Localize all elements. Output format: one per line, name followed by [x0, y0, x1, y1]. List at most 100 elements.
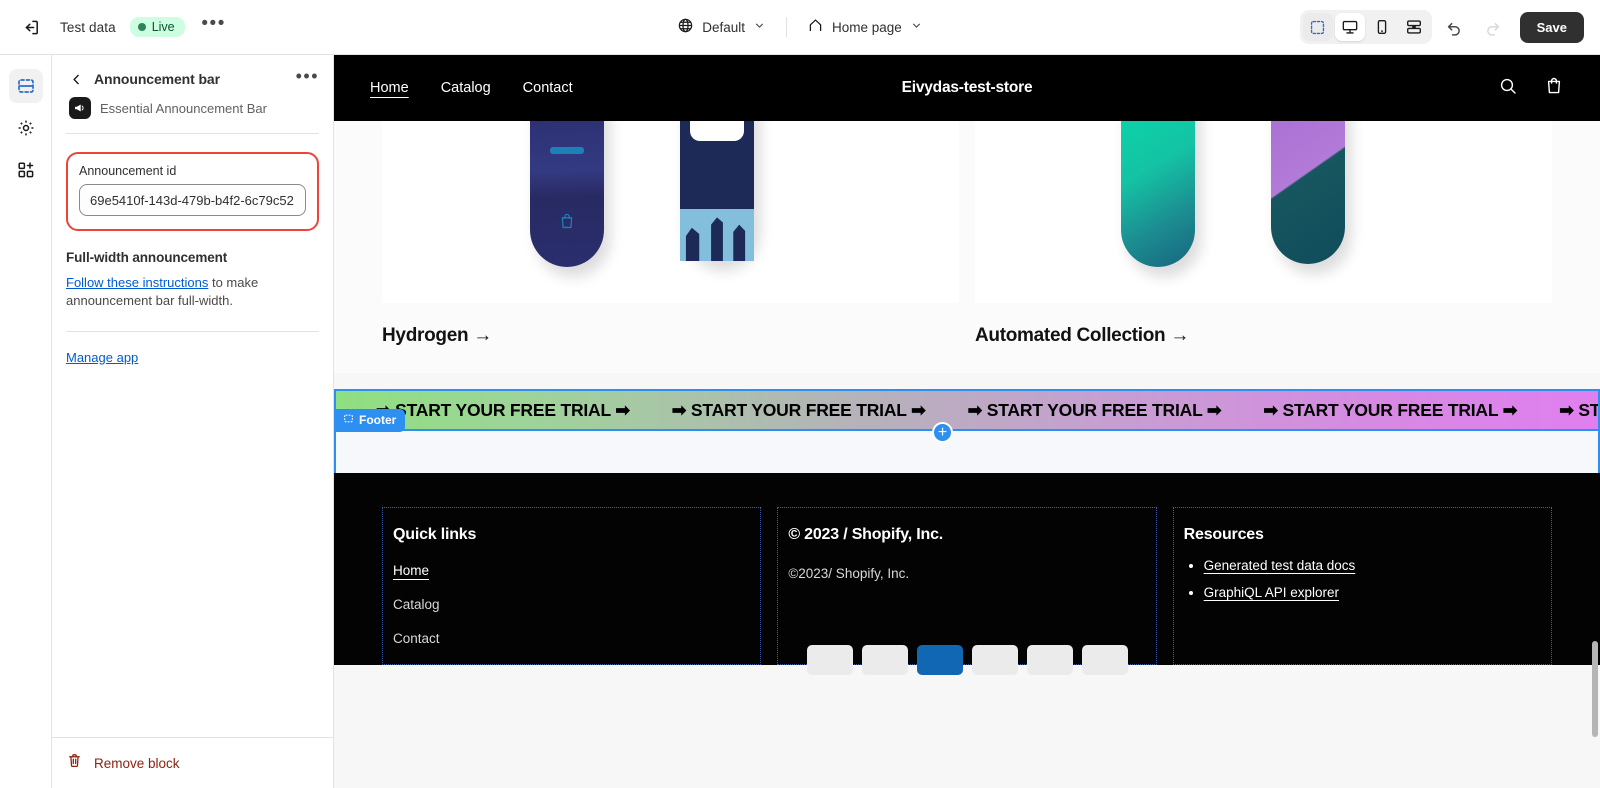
theme-editor: Test data Live ••• Default Home page Sav… [0, 0, 1600, 788]
section-badge-footer[interactable]: Footer [336, 409, 406, 432]
app-row: Essential Announcement Bar [66, 89, 319, 123]
marquee-item: ➡ START YOUR FREE TRIAL ➡ [671, 399, 926, 420]
footer-link-catalog[interactable]: Catalog [393, 597, 760, 612]
full-width-section-title: Full-width announcement [66, 250, 228, 265]
footer-copyright-text: ©2023/ Shopify, Inc. [788, 566, 910, 581]
locale-selector[interactable]: Default [667, 11, 776, 43]
page-selector[interactable]: Home page [797, 11, 933, 43]
rail-item-sections[interactable] [8, 69, 43, 103]
topbar-divider [785, 17, 787, 37]
section-empty-area [334, 431, 1600, 473]
collection-card-hydrogen[interactable]: Hydrogen → [382, 121, 959, 373]
section-badge-label: Footer [359, 413, 397, 427]
add-section-button[interactable]: + [932, 422, 953, 443]
top-bar: Test data Live ••• Default Home page Sav… [0, 0, 1600, 55]
select-tool-button[interactable] [1302, 13, 1333, 41]
footer-link-contact[interactable]: Contact [393, 631, 760, 646]
storefront-header-icons [1498, 76, 1564, 101]
marquee-item: ➡ START YOUR FREE TRIAL ➡ [376, 399, 630, 420]
deck-drip-top [680, 209, 754, 261]
footer-heading: Resources [1183, 526, 1264, 543]
nav-item-home[interactable]: Home [370, 80, 409, 96]
arrow-right-icon: → [1170, 325, 1190, 346]
footer-block-copyright[interactable]: © 2023 / Shopify, Inc. ©2023/ Shopify, I… [777, 507, 1157, 665]
home-icon [807, 17, 824, 37]
panel-separator [66, 330, 319, 332]
panel-divider [66, 133, 319, 134]
page-label: Home page [831, 19, 902, 35]
collection-card-automated[interactable]: Automated Collection → [975, 121, 1552, 373]
chevron-left-icon[interactable] [66, 69, 86, 89]
announcement-id-input[interactable] [79, 184, 306, 216]
announcement-bar-section[interactable]: ➡ START YOUR FREE TRIAL ➡ ➡ START YOUR FR… [334, 389, 1600, 473]
cart-icon[interactable] [1544, 76, 1564, 101]
marquee-track: ➡ START YOUR FREE TRIAL ➡ ➡ START YOUR FR… [334, 400, 1600, 421]
topbar-left: Test data Live ••• [0, 12, 229, 42]
arrow-right-icon: → [473, 325, 492, 346]
deck-logo-shape [690, 121, 744, 141]
payment-icon [861, 645, 908, 675]
payment-icon [806, 645, 853, 675]
payment-icon [1081, 645, 1128, 675]
skateboard-deck-purple [1271, 121, 1345, 264]
full-width-help-text: Follow these instructions to make announ… [66, 274, 319, 311]
payment-icon [1026, 645, 1073, 675]
megaphone-icon [69, 97, 91, 119]
chevron-down-icon [753, 19, 766, 35]
remove-block-button[interactable]: Remove block [52, 737, 333, 788]
announcement-id-highlight: Announcement id [66, 152, 319, 231]
view-switcher [1299, 10, 1432, 44]
footer-block-quick-links[interactable]: Quick links Home Catalog Contact [382, 507, 762, 665]
storefront-footer: Quick links Home Catalog Contact © 2023 … [334, 473, 1600, 675]
footer-resource-list: Generated test data docs GraphiQL API ex… [1204, 558, 1551, 600]
follow-instructions-link[interactable]: Follow these instructions [66, 275, 208, 290]
footer-block-resources[interactable]: Resources Generated test data docs Graph… [1172, 507, 1552, 665]
remove-block-label: Remove block [94, 755, 180, 771]
collection-list: Hydrogen → Automated Collection → [334, 121, 1600, 373]
left-rail [0, 55, 52, 788]
list-item: Generated test data docs [1204, 558, 1551, 573]
chevron-down-icon [910, 19, 923, 35]
payment-icon [971, 645, 1018, 675]
status-badge: Live [129, 17, 185, 37]
rail-item-settings[interactable] [9, 111, 43, 145]
desktop-view-button[interactable] [1334, 13, 1365, 41]
marquee-item: ➡ START YOUR FREE TRIAL ➡ [1263, 399, 1518, 420]
list-item: GraphiQL API explorer [1204, 585, 1551, 600]
fullscreen-view-button[interactable] [1399, 13, 1429, 41]
footer-link-graphiql[interactable]: GraphiQL API explorer [1204, 585, 1339, 600]
deck-stripe [550, 147, 584, 154]
skateboard-deck-navy [530, 121, 604, 267]
footer-columns: Quick links Home Catalog Contact © 2023 … [382, 507, 1552, 665]
undo-button[interactable] [1440, 12, 1470, 42]
save-button[interactable]: Save [1519, 11, 1584, 43]
nav-item-catalog[interactable]: Catalog [441, 80, 491, 96]
search-icon[interactable] [1498, 76, 1518, 101]
footer-link-home[interactable]: Home [393, 563, 760, 578]
payment-icons-row [334, 645, 1600, 675]
scrollbar-thumb[interactable] [1592, 641, 1598, 737]
redo-button[interactable] [1478, 12, 1508, 42]
panel-more-button[interactable]: ••• [296, 67, 319, 86]
app-name: Essential Announcement Bar [100, 100, 267, 116]
skateboard-deck-teal [1121, 121, 1195, 267]
mobile-view-button[interactable] [1367, 13, 1397, 41]
block-settings-panel: Announcement bar ••• Essential Announcem… [52, 55, 334, 788]
preview-scrollbar[interactable] [1590, 121, 1598, 788]
payment-icon-paypal [916, 645, 963, 675]
panel-title: Announcement bar [94, 71, 220, 87]
collection-title-text: Automated Collection [975, 325, 1166, 346]
footer-link-test-data-docs[interactable]: Generated test data docs [1204, 558, 1356, 573]
announcement-id-label: Announcement id [79, 164, 177, 178]
editor-body: Announcement bar ••• Essential Announcem… [0, 55, 1600, 788]
announcement-marquee[interactable]: ➡ START YOUR FREE TRIAL ➡ ➡ START YOUR FR… [334, 389, 1600, 431]
manage-app-link[interactable]: Manage app [66, 350, 138, 365]
live-dot [137, 23, 146, 31]
collection-image [975, 121, 1552, 303]
nav-item-contact[interactable]: Contact [523, 80, 573, 96]
panel-header: Announcement bar ••• Essential Announcem… [52, 55, 333, 138]
panel-content: Announcement id Full-width announcement … [52, 138, 333, 737]
more-options-button[interactable]: ••• [199, 12, 229, 42]
rail-item-apps[interactable] [9, 153, 43, 187]
exit-icon[interactable] [16, 12, 46, 42]
